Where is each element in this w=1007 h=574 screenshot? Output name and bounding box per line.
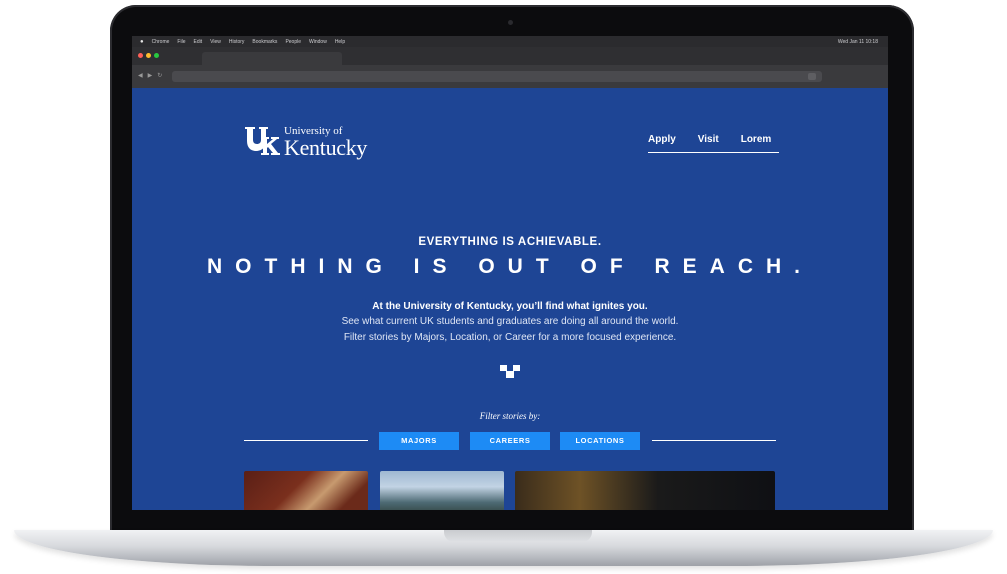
nav-link-lorem[interactable]: Lorem — [741, 134, 772, 145]
majors-filter-button[interactable]: MAJORS — [379, 432, 459, 450]
camera-icon — [508, 20, 513, 25]
menu-item-file[interactable]: File — [177, 39, 185, 45]
story-card[interactable] — [515, 471, 775, 510]
web-page: University of Kentucky Apply Visit Lorem… — [132, 88, 888, 510]
menu-item-people[interactable]: People — [285, 39, 301, 45]
nav-link-visit[interactable]: Visit — [698, 134, 719, 145]
window-controls — [138, 53, 159, 58]
menu-item-app[interactable]: Chrome — [152, 39, 170, 45]
menu-item-history[interactable]: History — [229, 39, 245, 45]
menu-item-edit[interactable]: Edit — [193, 39, 202, 45]
careers-filter-button[interactable]: CAREERS — [470, 432, 550, 450]
uk-monogram-icon — [245, 127, 280, 155]
address-bar[interactable] — [172, 71, 822, 82]
nav-underline — [648, 152, 779, 153]
story-card[interactable] — [380, 471, 504, 510]
nav-link-apply[interactable]: Apply — [648, 134, 676, 145]
logo-line-kentucky: Kentucky — [284, 135, 368, 160]
extension-icon[interactable] — [808, 73, 816, 80]
maximize-window-icon[interactable] — [154, 53, 159, 58]
menu-item-view[interactable]: View — [210, 39, 221, 45]
minimize-window-icon[interactable] — [146, 53, 151, 58]
apple-icon[interactable]: ● — [140, 39, 144, 45]
laptop-base — [14, 530, 993, 566]
laptop-notch — [444, 530, 592, 542]
locations-filter-button[interactable]: LOCATIONS — [560, 432, 640, 450]
uk-logo[interactable]: University of Kentucky — [244, 125, 367, 159]
menu-item-window[interactable]: Window — [309, 39, 327, 45]
scroll-down-icon[interactable] — [500, 365, 520, 379]
hero-headline: NOTHING IS OUT OF REACH. — [207, 255, 813, 278]
forward-icon[interactable]: ▶ — [148, 72, 153, 79]
browser-tab[interactable] — [202, 52, 342, 65]
filter-label: Filter stories by: — [479, 411, 541, 421]
mac-menu-bar: ● Chrome File Edit View History Bookmark… — [132, 36, 888, 47]
back-icon[interactable]: ◀ — [138, 72, 143, 79]
laptop-screen: ● Chrome File Edit View History Bookmark… — [132, 36, 888, 510]
filter-rule-left — [244, 440, 368, 441]
filter-rule-right — [652, 440, 776, 441]
hero-body-line-1: See what current UK students and graduat… — [341, 316, 679, 327]
browser-toolbar: ◀ ▶ ↻ — [132, 65, 888, 88]
menu-item-help[interactable]: Help — [335, 39, 345, 45]
menu-item-bookmarks[interactable]: Bookmarks — [252, 39, 277, 45]
story-card[interactable] — [244, 471, 368, 510]
top-nav: Apply Visit Lorem — [648, 134, 771, 145]
reload-icon[interactable]: ↻ — [157, 72, 162, 79]
hero-body-line-2: Filter stories by Majors, Location, or C… — [343, 332, 677, 343]
close-window-icon[interactable] — [138, 53, 143, 58]
hero-lead: At the University of Kentucky, you’ll fi… — [372, 301, 648, 312]
browser-chrome: ◀ ▶ ↻ — [132, 47, 888, 88]
hero-kicker: EVERYTHING IS ACHIEVABLE. — [418, 236, 602, 248]
menu-bar-clock: Wed Jan 11 10:18 — [837, 38, 878, 45]
tab-strip — [132, 47, 888, 65]
